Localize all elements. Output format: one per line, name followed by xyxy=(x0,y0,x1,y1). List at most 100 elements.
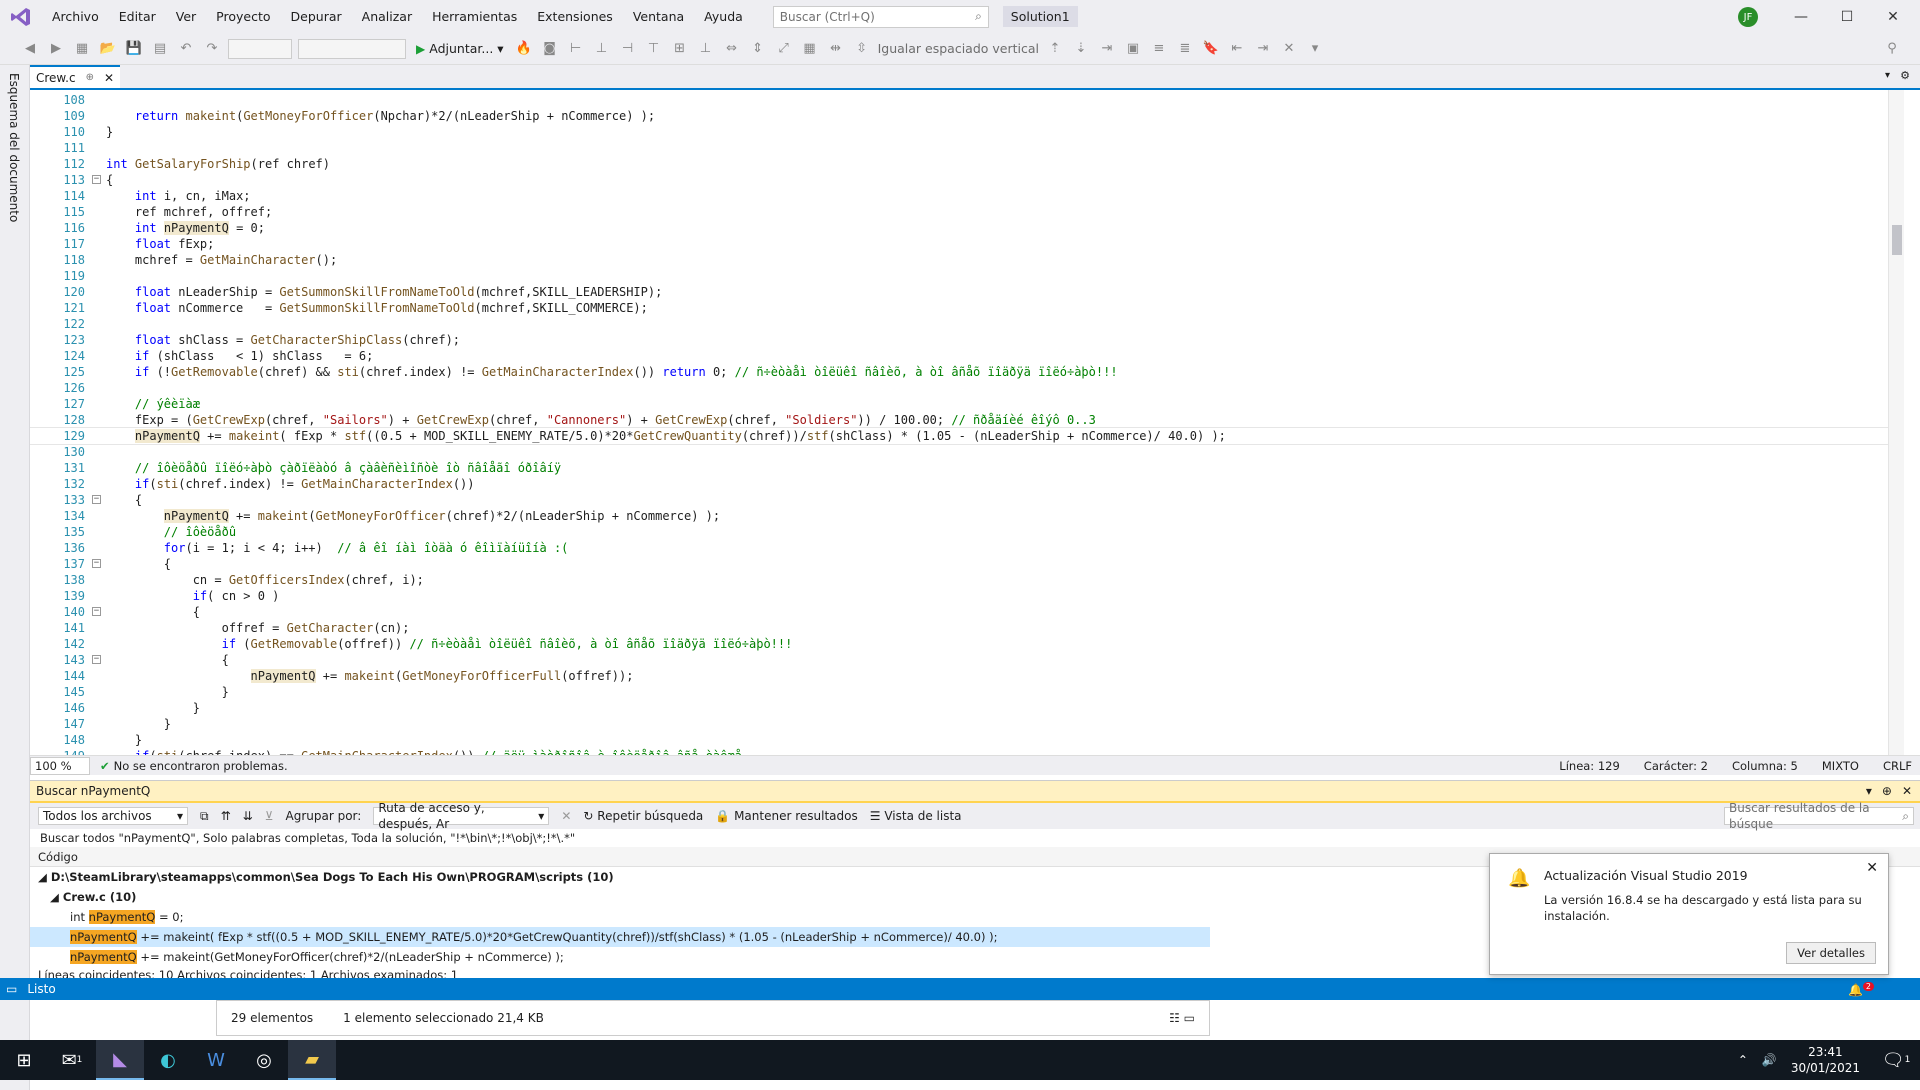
make-same-height-icon[interactable]: ⇕ xyxy=(748,39,768,59)
size-to-grid-icon[interactable]: ▦ xyxy=(800,39,820,59)
list-view-button[interactable]: ☰ Vista de lista xyxy=(870,809,962,823)
keep-results-button[interactable]: 🔒 Mantener resultados xyxy=(715,809,857,823)
code-line[interactable]: 111 xyxy=(30,140,1890,156)
settings-gear-icon[interactable]: ⚙ xyxy=(1900,69,1910,82)
fold-toggle-icon[interactable]: − xyxy=(92,175,101,184)
code-line[interactable]: 123 float shClass = GetCharacterShipClas… xyxy=(30,332,1890,348)
menu-item-ver[interactable]: Ver xyxy=(166,0,206,33)
code-line[interactable]: 119 xyxy=(30,268,1890,284)
fold-toggle-icon[interactable]: − xyxy=(92,655,101,664)
result-row[interactable]: nPaymentQ += makeint(GetMoneyForOfficer(… xyxy=(30,947,1210,967)
code-line[interactable]: 144 nPaymentQ += makeint(GetMoneyForOffi… xyxy=(30,668,1890,684)
line-ending[interactable]: CRLF xyxy=(1883,759,1912,773)
solution-name[interactable]: Solution1 xyxy=(1002,6,1078,27)
code-line[interactable]: 125 if (!GetRemovable(chref) && sti(chre… xyxy=(30,364,1890,380)
tab-order-icon[interactable]: ⇥ xyxy=(1097,39,1117,59)
align-bottom-icon[interactable]: ⊥ xyxy=(696,39,716,59)
menu-item-depurar[interactable]: Depurar xyxy=(281,0,352,33)
code-line[interactable]: 139 if( cn > 0 ) xyxy=(30,588,1890,604)
copy-icon[interactable]: ⧉ xyxy=(200,809,209,824)
code-line[interactable]: 133− { xyxy=(30,492,1890,508)
panel-close-icon[interactable]: ✕ xyxy=(1902,784,1912,798)
make-same-width-icon[interactable]: ⇔ xyxy=(722,39,742,59)
clear-bookmarks-icon[interactable]: ✕ xyxy=(1279,39,1299,59)
forward-icon[interactable]: ▶ xyxy=(46,39,66,59)
toolbar-overflow-icon[interactable]: ▾ xyxy=(1305,39,1325,59)
pin-icon[interactable]: ⊕ xyxy=(86,72,94,83)
align-left-icon[interactable]: ⊢ xyxy=(566,39,586,59)
menu-item-proyecto[interactable]: Proyecto xyxy=(206,0,280,33)
mail-app-icon[interactable]: ✉ 1 xyxy=(48,1040,96,1080)
document-outline-sidebar[interactable]: Esquema del documento xyxy=(0,65,30,1090)
code-line[interactable]: 149 if(sti(chref.index) == GetMainCharac… xyxy=(30,748,1890,755)
code-line[interactable]: 122 xyxy=(30,316,1890,332)
code-line[interactable]: 142 if (GetRemovable(offref)) // ñ÷èòàåì… xyxy=(30,636,1890,652)
line-indicator[interactable]: Línea: 129 xyxy=(1559,759,1620,773)
avatar[interactable]: JF xyxy=(1738,7,1758,27)
view-details-button[interactable]: Ver detalles xyxy=(1786,942,1876,964)
code-line[interactable]: 113−{ xyxy=(30,172,1890,188)
code-line[interactable]: 148 } xyxy=(30,732,1890,748)
code-line[interactable]: 136 for(i = 1; i < 4; i++) // â êî íàì î… xyxy=(30,540,1890,556)
visual-studio-logo-icon[interactable] xyxy=(0,0,42,33)
code-line[interactable]: 115 ref mchref, offref; xyxy=(30,204,1890,220)
bookmark-icon[interactable]: 🔖 xyxy=(1201,39,1221,59)
fold-toggle-icon[interactable]: − xyxy=(92,607,101,616)
view-toggle-icon[interactable]: ☷ ▭ xyxy=(1169,1011,1195,1025)
code-line[interactable]: 131 // îôèöåðû ïîëó÷àþò çàðïëàòó â çàâèñ… xyxy=(30,460,1890,476)
editor-vertical-scrollbar[interactable] xyxy=(1888,90,1904,755)
solution-config-combo[interactable] xyxy=(228,38,292,59)
menu-item-analizar[interactable]: Analizar xyxy=(352,0,422,33)
code-line[interactable]: 129 nPaymentQ += makeint( fExp * stf((0.… xyxy=(30,427,1890,445)
output-icon[interactable]: ▭ xyxy=(6,982,17,996)
equal-vertical-spacing-button[interactable]: Igualar espaciado vertical xyxy=(878,41,1039,56)
back-icon[interactable]: ◀ xyxy=(20,39,40,59)
code-editor[interactable]: 108 109 return makeint(GetMoneyForOfficer… xyxy=(30,90,1890,755)
save-all-icon[interactable]: ▤ xyxy=(150,39,170,59)
code-line[interactable]: 121 float nCommerce = GetSummonSkillFrom… xyxy=(30,300,1890,316)
edge-browser-icon[interactable]: ◐ xyxy=(144,1040,192,1080)
undo-icon[interactable]: ↶ xyxy=(176,39,196,59)
maximize-icon[interactable]: ☐ xyxy=(1824,0,1870,33)
code-line[interactable]: 117 float fExp; xyxy=(30,236,1890,252)
code-line[interactable]: 134 nPaymentQ += makeint(GetMoneyForOffi… xyxy=(30,508,1890,524)
zoom-combo[interactable]: 100 % xyxy=(30,756,90,775)
vertical-spacing-icon[interactable]: ⇳ xyxy=(852,39,872,59)
tab-close-icon[interactable]: ✕ xyxy=(104,71,114,85)
comment-icon[interactable]: ≡ xyxy=(1149,39,1169,59)
action-center-icon[interactable]: 🗨 1 xyxy=(1872,1040,1920,1080)
windows-start-icon[interactable]: ⊞ xyxy=(0,1040,48,1080)
code-line[interactable]: 132 if(sti(chref.index) != GetMainCharac… xyxy=(30,476,1890,492)
hot-reload-icon[interactable]: 🔥 xyxy=(514,39,534,59)
menu-item-ayuda[interactable]: Ayuda xyxy=(694,0,753,33)
collapse-all-icon[interactable]: ⇊ xyxy=(243,809,253,823)
align-center-icon[interactable]: ⊥ xyxy=(592,39,612,59)
code-line[interactable]: 116 int nPaymentQ = 0; xyxy=(30,220,1890,236)
menu-item-ventana[interactable]: Ventana xyxy=(623,0,694,33)
bring-front-icon[interactable]: ▣ xyxy=(1123,39,1143,59)
live-share-icon[interactable]: ⚲ xyxy=(1882,39,1902,59)
filter-results-input[interactable]: Buscar resultados de la búsque ⌕ xyxy=(1724,801,1914,831)
volume-icon[interactable]: 🔊 xyxy=(1762,1053,1777,1067)
code-line[interactable]: 141 offref = GetCharacter(cn); xyxy=(30,620,1890,636)
char-indicator[interactable]: Carácter: 2 xyxy=(1644,759,1708,773)
code-line[interactable]: 118 mchref = GetMainCharacter(); xyxy=(30,252,1890,268)
filter-icon[interactable]: ⊻ xyxy=(265,809,274,823)
code-line[interactable]: 143− { xyxy=(30,652,1890,668)
uncomment-icon[interactable]: ≣ xyxy=(1175,39,1195,59)
code-line[interactable]: 145 } xyxy=(30,684,1890,700)
code-line[interactable]: 137− { xyxy=(30,556,1890,572)
next-bookmark-icon[interactable]: ⇥ xyxy=(1253,39,1273,59)
clock[interactable]: 23:41 30/01/2021 xyxy=(1791,1044,1860,1076)
code-line[interactable]: 135 // îôèöåðû xyxy=(30,524,1890,540)
align-right-icon[interactable]: ⊣ xyxy=(618,39,638,59)
scrollbar-thumb[interactable] xyxy=(1892,225,1902,255)
search-input[interactable]: Buscar (Ctrl+Q) ⌕ xyxy=(772,5,989,28)
scope-select[interactable]: Todos los archivos ▾ xyxy=(38,807,188,825)
cancel-search-icon[interactable]: ✕ xyxy=(561,809,571,823)
code-line[interactable]: 124 if (shClass < 1) shClass = 6; xyxy=(30,348,1890,364)
fold-toggle-icon[interactable]: − xyxy=(92,495,101,504)
code-line[interactable]: 130 xyxy=(30,444,1890,460)
problems-indicator[interactable]: ✔ No se encontraron problemas. xyxy=(100,759,288,773)
tab-dropdown-icon[interactable]: ▾ xyxy=(1885,70,1890,81)
